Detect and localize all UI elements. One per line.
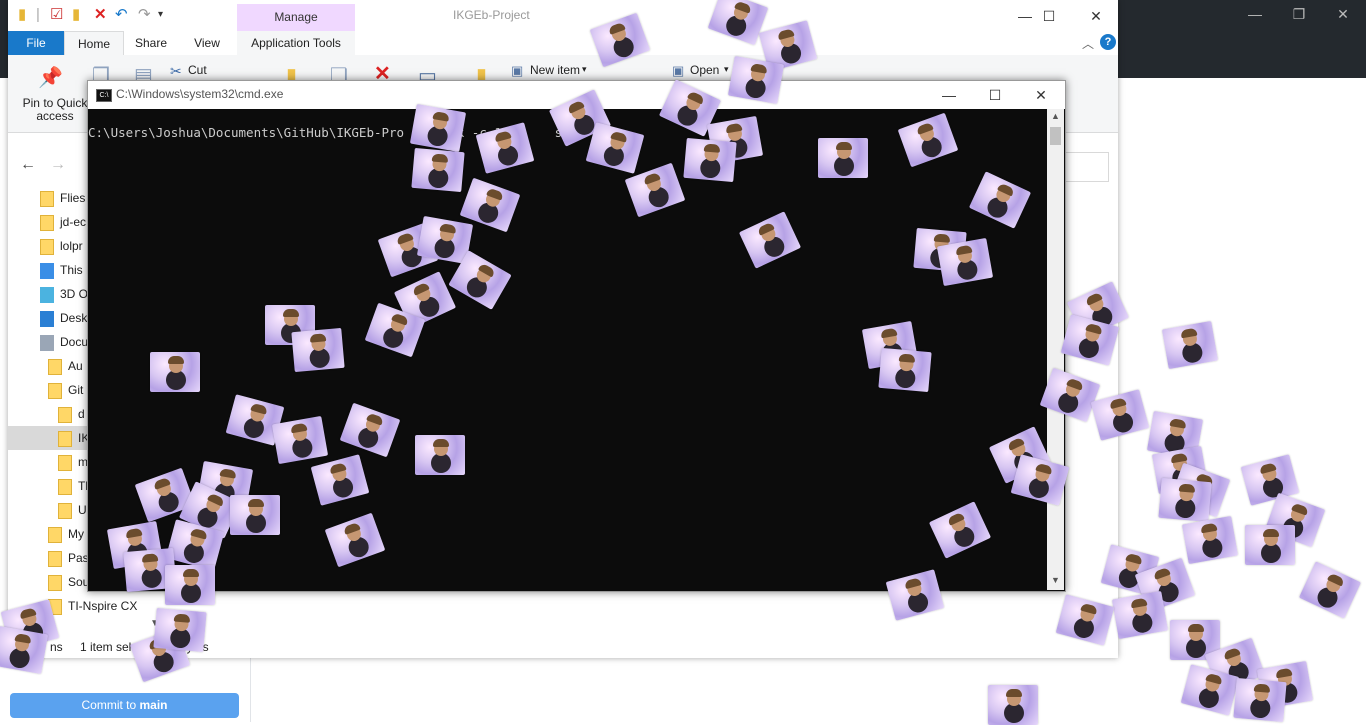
flying-picture [475,122,535,174]
flying-picture [324,512,386,568]
flying-picture [339,402,401,458]
flying-picture [310,454,370,506]
flying-picture [1298,561,1362,619]
flying-picture [230,495,280,535]
flying-picture [885,569,945,621]
flying-picture [409,103,467,153]
flying-image-overlay [0,0,1366,725]
flying-picture [683,137,737,183]
flying-picture [928,501,992,559]
flying-picture [585,122,645,174]
flying-picture [897,112,959,168]
flying-picture [738,211,802,269]
flying-picture [1111,590,1169,640]
flying-picture [153,607,207,653]
flying-picture [1039,367,1101,423]
flying-picture [1158,477,1212,523]
flying-picture [1090,389,1150,441]
flying-picture [271,415,329,465]
flying-picture [415,435,465,475]
flying-picture [818,138,868,178]
flying-picture [1010,454,1070,506]
flying-picture [1055,594,1115,646]
flying-picture [968,171,1032,229]
flying-picture [988,685,1038,725]
flying-picture [589,12,651,68]
flying-picture [291,327,345,373]
flying-picture [878,347,932,393]
flying-picture [936,237,994,287]
flying-picture [1233,677,1287,723]
flying-picture [1161,320,1219,370]
flying-picture [0,625,49,675]
flying-picture [165,565,215,605]
flying-picture [411,147,465,193]
flying-picture [150,352,200,392]
flying-picture [1245,525,1295,565]
flying-picture [1181,515,1239,565]
flying-picture [727,55,785,105]
